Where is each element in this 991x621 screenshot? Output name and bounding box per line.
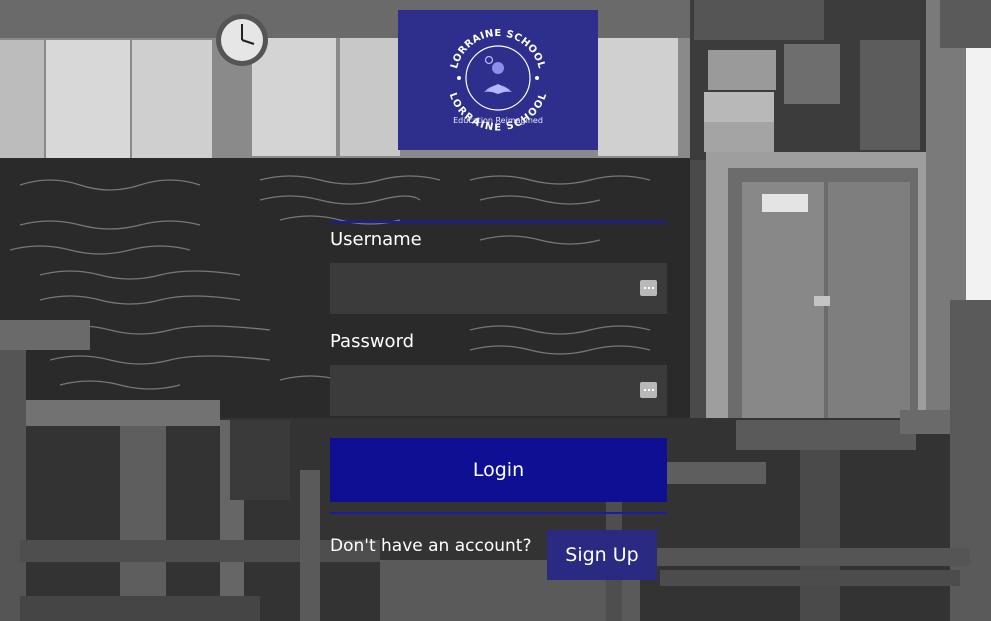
password-field[interactable] bbox=[330, 365, 667, 416]
login-button[interactable]: Login bbox=[330, 438, 667, 502]
password-input[interactable] bbox=[330, 365, 630, 416]
username-input[interactable] bbox=[330, 263, 630, 314]
username-field[interactable] bbox=[330, 263, 667, 314]
school-logo: LORRAINE SCHOOL LORRAINE SCHOOL Educatio… bbox=[398, 10, 598, 150]
logo-tagline: Education Reimagined bbox=[453, 116, 543, 125]
password-label: Password bbox=[330, 331, 415, 352]
logo-arc-bottom: LORRAINE SCHOOL bbox=[447, 91, 549, 133]
username-label: Username bbox=[330, 229, 422, 250]
autofill-key-icon[interactable] bbox=[640, 382, 657, 398]
school-emblem-icon: LORRAINE SCHOOL LORRAINE SCHOOL bbox=[447, 28, 550, 133]
signup-button[interactable]: Sign Up bbox=[547, 530, 657, 580]
signup-prompt: Don't have an account? bbox=[330, 536, 532, 556]
autofill-key-icon[interactable] bbox=[640, 280, 657, 296]
svg-text:LORRAINE SCHOOL: LORRAINE SCHOOL bbox=[447, 91, 550, 133]
bottom-divider bbox=[330, 512, 667, 514]
top-divider bbox=[330, 221, 667, 223]
